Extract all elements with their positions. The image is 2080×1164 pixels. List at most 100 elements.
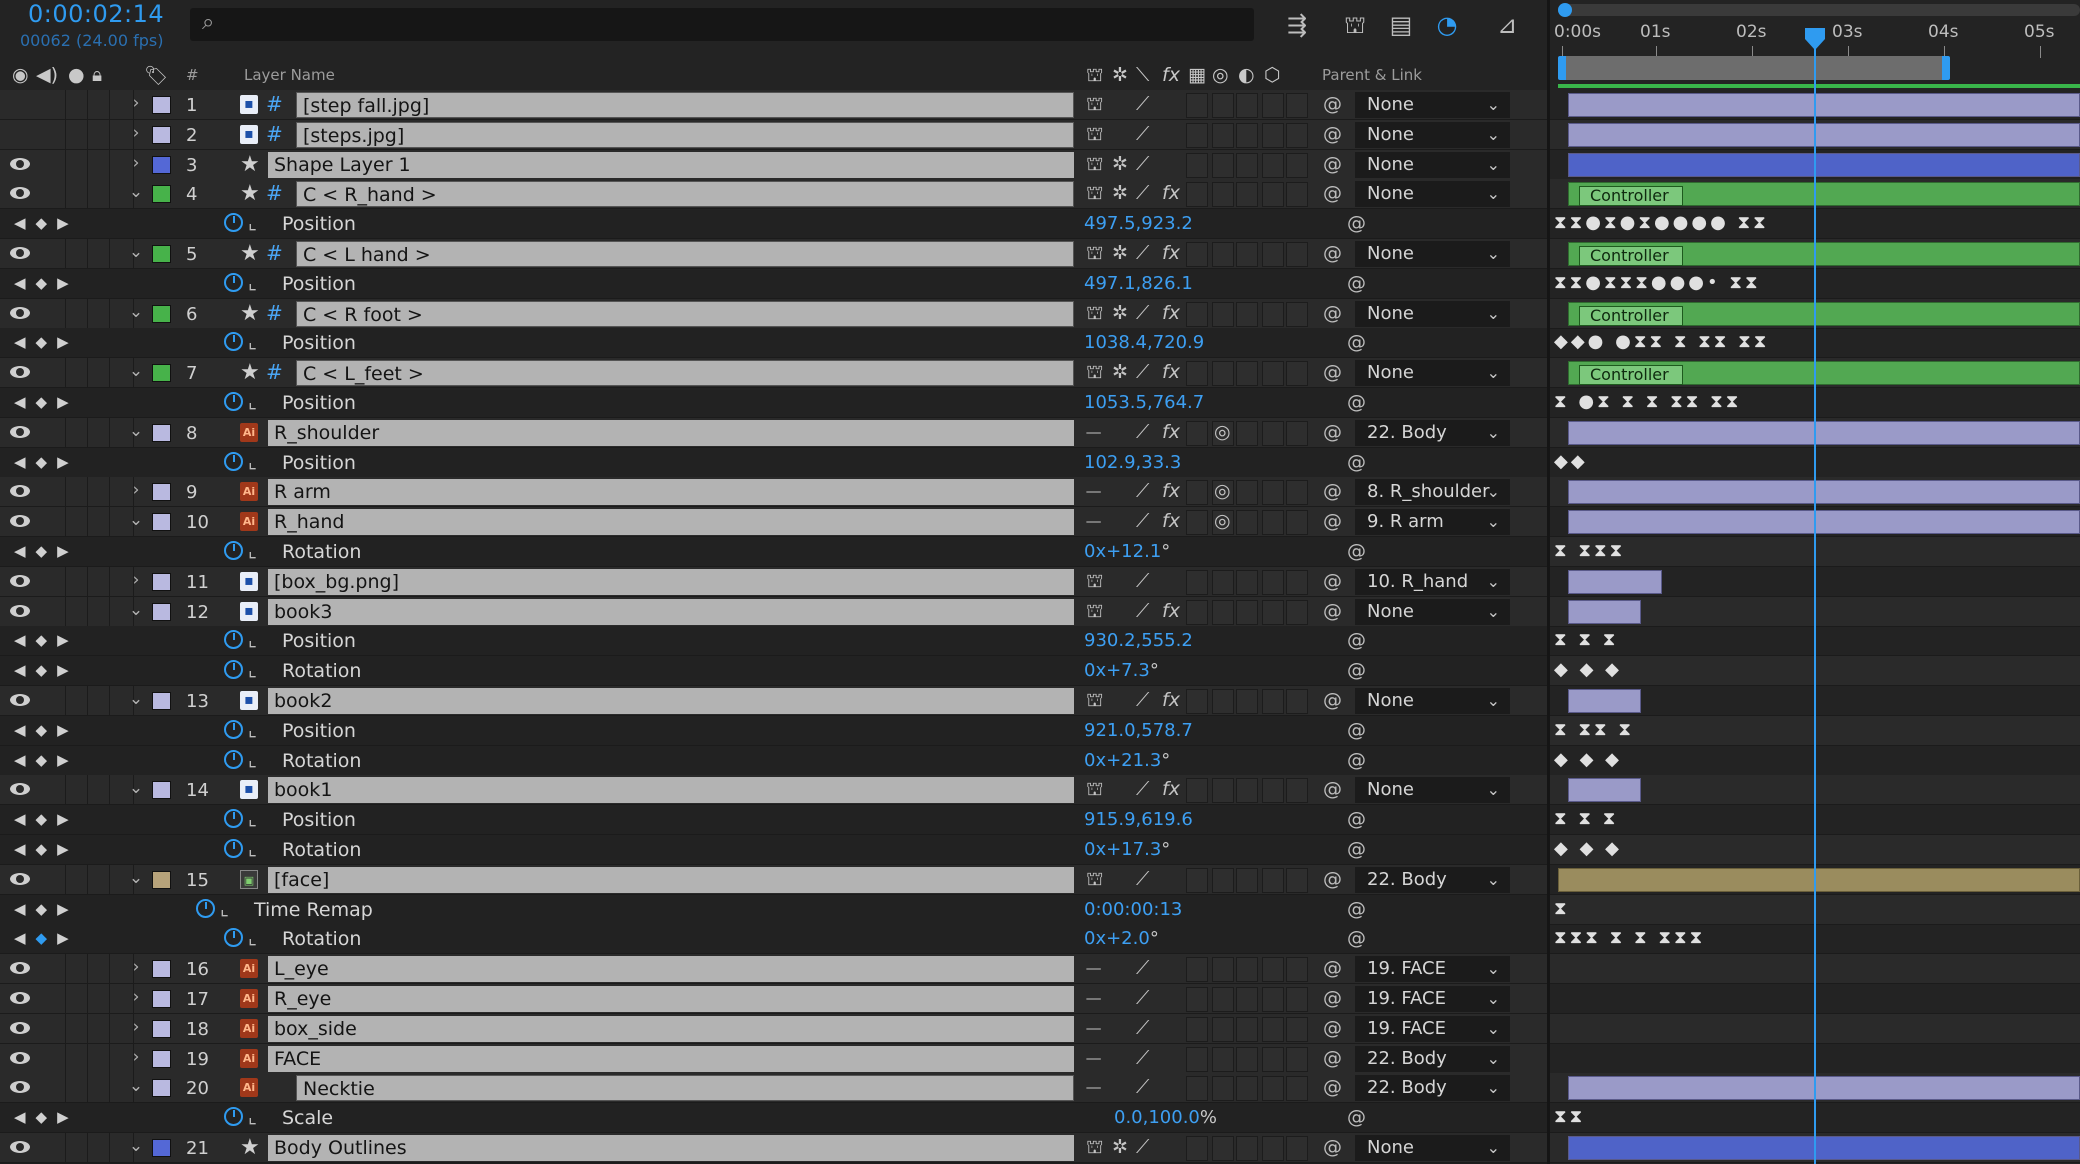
parent-dropdown[interactable]: None ⌄ bbox=[1355, 777, 1510, 803]
switch-cell[interactable] bbox=[1236, 689, 1258, 714]
twirl-down-icon[interactable]: ⌄ bbox=[127, 689, 145, 709]
switch-cell[interactable] bbox=[1262, 1076, 1284, 1101]
expression-pick-whip-icon[interactable]: @ bbox=[1347, 212, 1366, 234]
layer-search-input[interactable]: ⌕ bbox=[190, 8, 1254, 41]
property-row[interactable]: ◀◆▶ ⌞ Position 1038.4,720.9 @ bbox=[0, 328, 1547, 358]
solo-switch-cell[interactable] bbox=[88, 150, 110, 180]
parent-dropdown[interactable]: None ⌄ bbox=[1355, 122, 1510, 148]
property-row[interactable]: ◀◆▶ ⌞ Position 497.1,826.1 @ bbox=[0, 269, 1547, 299]
switch-cell[interactable] bbox=[1262, 182, 1284, 207]
solo-switch-cell[interactable] bbox=[88, 567, 110, 597]
visibility-eye-icon[interactable] bbox=[10, 604, 30, 618]
parent-dropdown[interactable]: 19. FACE ⌄ bbox=[1355, 956, 1510, 982]
property-value[interactable]: 0x+17.3° bbox=[1084, 839, 1170, 860]
av-switch-cell[interactable] bbox=[44, 418, 66, 448]
keyframe-navigator[interactable]: ◀◆▶ bbox=[14, 214, 79, 232]
switch-cell[interactable] bbox=[1262, 957, 1284, 982]
parent-dropdown[interactable]: 10. R_hand ⌄ bbox=[1355, 569, 1510, 595]
keyframes[interactable]: ◆ ◆ ◆ bbox=[1554, 749, 1622, 770]
layer-name-field[interactable]: L_eye bbox=[268, 956, 1074, 982]
shy-switch-icon[interactable]: ⛫ bbox=[1086, 182, 1103, 207]
layer-duration-bar[interactable] bbox=[1568, 689, 1641, 713]
quality-switch-icon[interactable]: ⟋ bbox=[1136, 480, 1149, 502]
switch-cell[interactable] bbox=[1286, 1136, 1308, 1161]
keyframe-navigator[interactable]: ◀◆▶ bbox=[14, 840, 79, 858]
layer-name-field[interactable]: FACE bbox=[268, 1046, 1074, 1072]
graph-toggle-icon[interactable]: ⌞ bbox=[248, 808, 257, 830]
property-value[interactable]: 0x+2.0° bbox=[1084, 928, 1159, 949]
layer-name-field[interactable]: C < R_hand > bbox=[296, 181, 1074, 207]
property-row[interactable]: ◀◆▶ ⌞ Rotation 0x+12.1° @ bbox=[0, 537, 1547, 567]
keyframes[interactable]: ⧗ ⧗ ⧗ bbox=[1554, 629, 1618, 650]
visibility-eye-icon[interactable] bbox=[10, 991, 30, 1005]
pick-whip-icon[interactable]: @ bbox=[1323, 480, 1342, 502]
keyframes[interactable]: ◆◆● ●⧗⧗ ⧗ ⧗⧗ ⧗⧗ bbox=[1554, 331, 1769, 352]
expression-pick-whip-icon[interactable]: @ bbox=[1347, 838, 1366, 860]
frame-blending-icon[interactable]: ▤ bbox=[1384, 10, 1418, 40]
switch-cell[interactable] bbox=[1286, 123, 1308, 148]
switch-cell[interactable] bbox=[1212, 242, 1234, 267]
parent-dropdown[interactable]: 19. FACE ⌄ bbox=[1355, 986, 1510, 1012]
layer-name-field[interactable]: [face] bbox=[268, 867, 1074, 893]
parent-dropdown[interactable]: None ⌄ bbox=[1355, 92, 1510, 118]
shy-switch-icon[interactable]: ⏤ bbox=[1086, 1047, 1101, 1069]
solo-switch-cell[interactable] bbox=[88, 299, 110, 329]
parent-dropdown[interactable]: None ⌄ bbox=[1355, 360, 1510, 386]
draft-3d-icon[interactable]: ⛫ bbox=[1338, 10, 1372, 40]
expression-pick-whip-icon[interactable]: @ bbox=[1347, 749, 1366, 771]
switch-cell[interactable] bbox=[1236, 93, 1258, 118]
av-switch-cell[interactable] bbox=[44, 358, 66, 388]
audio-switch-cell[interactable] bbox=[66, 239, 88, 269]
parent-dropdown[interactable]: 9. R arm ⌄ bbox=[1355, 509, 1510, 535]
layer-duration-bar[interactable] bbox=[1558, 868, 2080, 892]
pick-whip-icon[interactable]: @ bbox=[1323, 957, 1342, 979]
audio-toggle-icon[interactable]: ◀) bbox=[36, 64, 58, 86]
stopwatch-icon[interactable] bbox=[224, 273, 243, 292]
quality-switch-icon[interactable]: ⟋ bbox=[1136, 182, 1149, 204]
expression-pick-whip-icon[interactable]: @ bbox=[1347, 272, 1366, 294]
label-color-swatch[interactable] bbox=[152, 1020, 171, 1038]
switch-cell[interactable] bbox=[1186, 868, 1208, 893]
twirl-down-icon[interactable]: ⌄ bbox=[127, 182, 145, 202]
solo-switch-cell[interactable] bbox=[88, 358, 110, 388]
stopwatch-icon[interactable] bbox=[224, 1107, 243, 1126]
switch-cell[interactable] bbox=[1262, 600, 1284, 625]
keyframe-navigator[interactable]: ◀◆▶ bbox=[14, 1108, 79, 1126]
pick-whip-icon[interactable]: @ bbox=[1323, 93, 1342, 115]
switch-cell[interactable] bbox=[1236, 242, 1258, 267]
audio-switch-cell[interactable] bbox=[66, 865, 88, 895]
layer-row[interactable]: ⌄ 20 Ai Necktie ⏤ ⟋ @22. Body ⌄ bbox=[0, 1073, 1547, 1103]
quality-switch-icon[interactable]: ⟋ bbox=[1136, 302, 1149, 324]
visibility-eye-icon[interactable] bbox=[10, 574, 30, 588]
layer-row[interactable]: › 11 ▪ [box_bg.png] ⛫ ⟋ @10. R_hand ⌄ bbox=[0, 567, 1547, 597]
label-color-swatch[interactable] bbox=[152, 781, 171, 799]
layer-duration-bar[interactable] bbox=[1568, 421, 2080, 445]
solo-switch-cell[interactable] bbox=[88, 686, 110, 716]
shy-switch-icon[interactable]: ⛫ bbox=[1086, 123, 1103, 148]
collapse-switch-icon[interactable]: ✲ bbox=[1112, 242, 1128, 264]
shy-switch-icon[interactable]: ⛫ bbox=[1086, 778, 1103, 803]
visibility-eye-icon[interactable] bbox=[10, 693, 30, 707]
label-color-swatch[interactable] bbox=[152, 126, 171, 144]
twirl-down-icon[interactable]: ⌄ bbox=[127, 868, 145, 888]
switch-cell[interactable] bbox=[1186, 778, 1208, 803]
property-value[interactable]: 1038.4,720.9 bbox=[1084, 332, 1204, 353]
property-row[interactable]: ◀◆▶ ⌞ Rotation 0x+21.3° @ bbox=[0, 746, 1547, 776]
switch-cell[interactable] bbox=[1286, 868, 1308, 893]
expression-pick-whip-icon[interactable]: @ bbox=[1347, 808, 1366, 830]
property-row[interactable]: ◀◆▶ ⌞ Position 930.2,555.2 @ bbox=[0, 626, 1547, 656]
motion-blur-switch-icon[interactable]: ◎ bbox=[1214, 480, 1231, 502]
keyframe-navigator[interactable]: ◀◆▶ bbox=[14, 929, 79, 947]
property-value[interactable]: 497.1,826.1 bbox=[1084, 273, 1193, 294]
shy-switch-icon[interactable]: ⏤ bbox=[1086, 1076, 1101, 1098]
expression-pick-whip-icon[interactable]: @ bbox=[1347, 331, 1366, 353]
label-color-swatch[interactable] bbox=[152, 513, 171, 531]
shy-switch-icon[interactable]: ⏤ bbox=[1086, 987, 1101, 1009]
layer-name-field[interactable]: book3 bbox=[268, 599, 1074, 625]
layer-duration-bar[interactable] bbox=[1568, 778, 1641, 802]
solo-icon[interactable]: ● bbox=[68, 64, 85, 86]
label-color-swatch[interactable] bbox=[152, 1050, 171, 1068]
pick-whip-icon[interactable]: @ bbox=[1323, 778, 1342, 800]
layer-duration-bar[interactable] bbox=[1568, 480, 2080, 504]
pick-whip-icon[interactable]: @ bbox=[1323, 421, 1342, 443]
